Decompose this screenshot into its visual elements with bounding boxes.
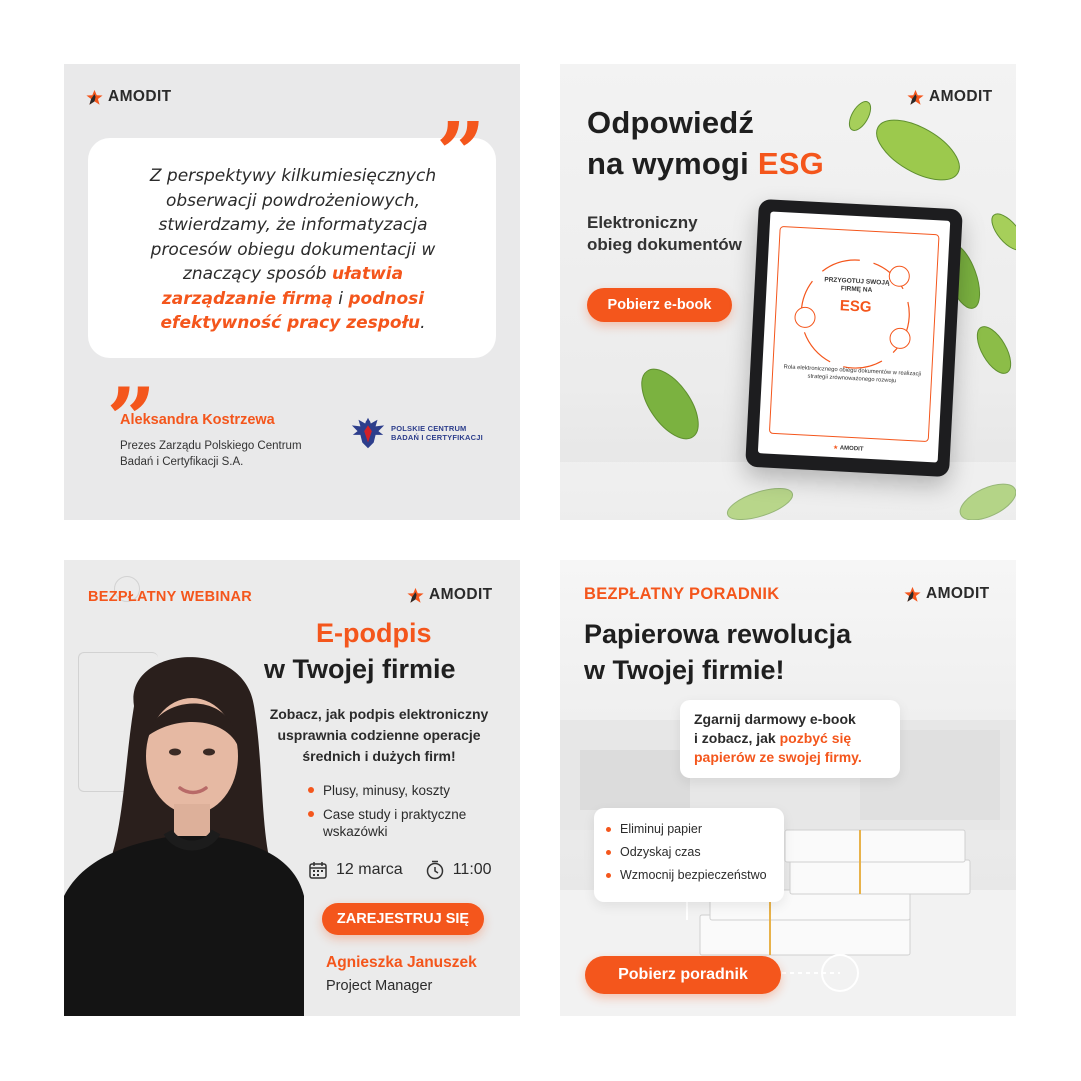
tablet-screen: PRZYGOTUJ SWOJĄ FIRMĘ NA ESG Rola elektr…	[757, 211, 951, 463]
webinar-time: 11:00	[452, 861, 492, 878]
clock-icon	[426, 860, 443, 880]
bullet-text: Plusy, minusy, koszty	[323, 783, 451, 798]
list-item: Wzmocnij bezpieczeństwo	[606, 868, 767, 882]
opening-quote-mark-icon: „	[108, 320, 158, 421]
bullet-text: Case study i praktyczne wskazówki	[323, 807, 467, 839]
guide-bullets: Eliminuj papier Odzyskaj czas Wzmocnij b…	[606, 822, 767, 891]
logo-text: AMODIT	[926, 585, 990, 602]
tablet-logo-text: AMODIT	[839, 445, 864, 453]
offer-line-2: i zobacz, jak	[694, 730, 780, 746]
partner-line-1: POLSKIE CENTRUM	[391, 424, 467, 433]
guide-tag: BEZPŁATNY PORADNIK	[584, 585, 780, 603]
quote-text: Z perspektywy kilkumiesięcznych obserwac…	[128, 164, 458, 336]
amodit-logo: AMODIT	[86, 88, 172, 106]
amodit-logo: AMODIT	[407, 586, 493, 604]
speaker-photo	[64, 657, 304, 1016]
star-logo-icon	[86, 89, 103, 105]
amodit-logo: AMODIT	[907, 88, 993, 106]
guide-panel: AMODIT BEZPŁATNY PORADNIK Papierowa rewo…	[560, 560, 1016, 1016]
quote-segment: .	[420, 313, 426, 333]
logo-text: AMODIT	[108, 88, 172, 105]
webinar-title: w Twojej firmie	[264, 654, 456, 684]
list-item: Eliminuj papier	[606, 822, 767, 836]
download-ebook-button[interactable]: Pobierz e-book	[587, 288, 732, 322]
tablet-mockup: PRZYGOTUJ SWOJĄ FIRMĘ NA ESG Rola elektr…	[745, 198, 963, 478]
webinar-tag: BEZPŁATNY WEBINAR	[88, 589, 253, 605]
offer-line-1: Zgarnij darmowy e-book	[694, 711, 856, 727]
guide-offer-card: Zgarnij darmowy e-book i zobacz, jak poz…	[680, 700, 900, 778]
bullet-text: Eliminuj papier	[620, 822, 702, 836]
guide-title-line-1: Papierowa rewolucja	[584, 619, 852, 649]
offer-accent-2: papierów ze swojej firmy.	[694, 749, 862, 765]
eagle-emblem-icon	[351, 417, 385, 449]
webinar-bullets: Plusy, minusy, koszty Case study i prakt…	[308, 782, 478, 847]
amodit-logo: AMODIT	[904, 585, 990, 603]
logo-text: AMODIT	[429, 586, 493, 603]
calendar-icon	[309, 862, 327, 879]
title-line-2: na wymogi	[587, 146, 758, 181]
closing-quote-mark-icon: ”	[436, 104, 486, 205]
webinar-schedule: 12 marca 11:00	[308, 860, 492, 880]
partner-line-2: BADAŃ I CERTYFIKACJI	[391, 433, 483, 442]
panel-subtitle: Elektroniczny obieg dokumentów	[587, 212, 742, 256]
webinar-panel: AMODIT BEZPŁATNY WEBINAR E-podpis w Twoj…	[64, 560, 520, 1016]
esg-cycle-diagram	[794, 259, 911, 369]
webinar-title-accent: E-podpis	[316, 618, 432, 648]
star-logo-icon	[407, 587, 424, 603]
guide-title-line-2: w Twojej firmie!	[584, 655, 785, 685]
list-item: Odzyskaj czas	[606, 845, 767, 859]
author-name: Aleksandra Kostrzewa	[120, 412, 275, 428]
bullet-text: Odzyskaj czas	[620, 845, 701, 859]
title-accent: ESG	[757, 146, 824, 181]
bullet-text: Wzmocnij bezpieczeństwo	[620, 868, 767, 882]
panel-title: Odpowiedź na wymogi ESG	[587, 102, 824, 184]
esg-ebook-panel: AMODIT Odpowiedź na wymogi ESG Elektroni…	[560, 64, 1016, 520]
speaker-role: Project Manager	[326, 978, 433, 994]
offer-accent-1: pozbyć się	[779, 730, 852, 746]
speaker-name: Agnieszka Januszek	[326, 954, 477, 971]
download-guide-button[interactable]: Pobierz poradnik	[585, 956, 781, 994]
star-logo-icon	[907, 89, 924, 105]
list-item: Case study i praktyczne wskazówki	[308, 806, 478, 840]
subtitle-line-1: Elektroniczny	[587, 213, 698, 232]
logo-text: AMODIT	[929, 88, 993, 105]
webinar-date: 12 marca	[336, 861, 403, 878]
author-role: Prezes Zarządu Polskiego Centrum Badań i…	[120, 440, 302, 468]
star-logo-icon	[904, 586, 921, 602]
testimonial-panel: AMODIT Z perspektywy kilkumiesięcznych o…	[64, 64, 520, 520]
subtitle-line-2: obieg dokumentów	[587, 235, 742, 254]
partner-logo: POLSKIE CENTRUM BADAŃ I CERTYFIKACJI	[349, 414, 483, 452]
guide-title: Papierowa rewolucja w Twojej firmie!	[584, 616, 851, 688]
title-line-1: Odpowiedź	[587, 105, 755, 140]
register-button[interactable]: ZAREJESTRUJ SIĘ	[322, 903, 484, 935]
quote-segment: i	[332, 288, 349, 309]
guide-benefits-card: Eliminuj papier Odzyskaj czas Wzmocnij b…	[594, 808, 784, 902]
webinar-description: Zobacz, jak podpis elektroniczny usprawn…	[269, 706, 489, 764]
list-item: Plusy, minusy, koszty	[308, 782, 478, 799]
